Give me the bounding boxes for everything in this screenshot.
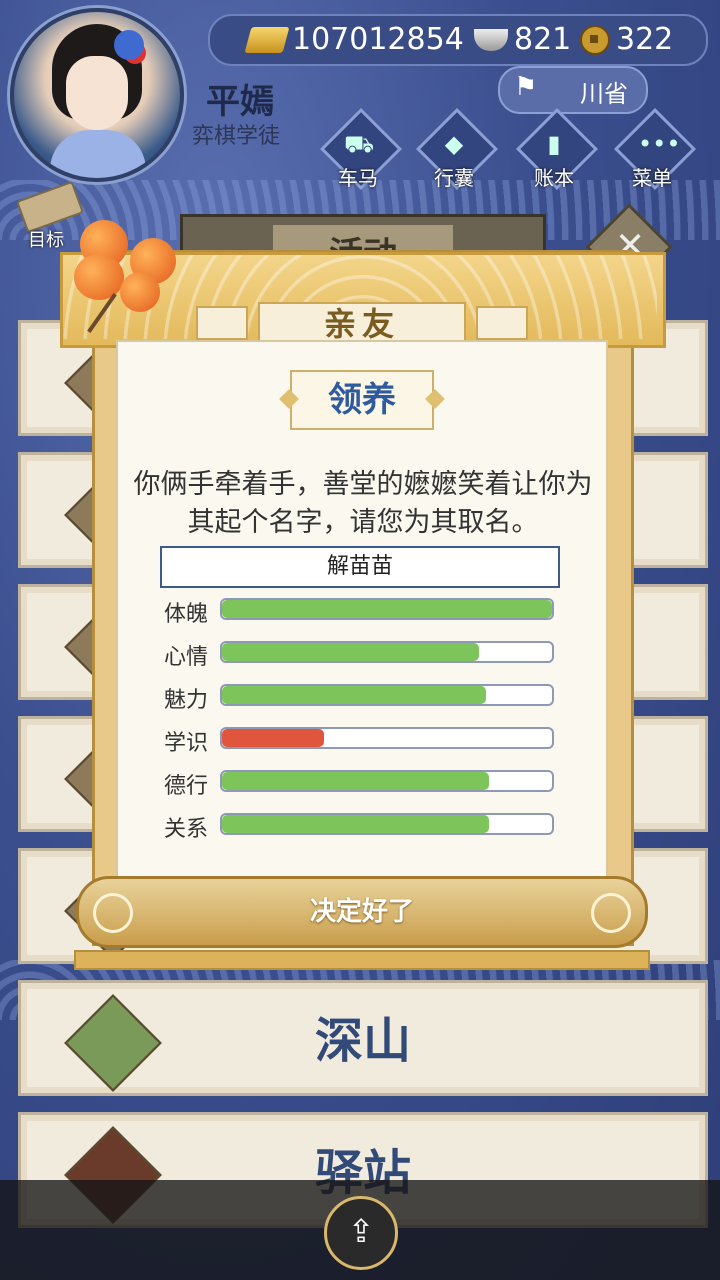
stat-bar-fill bbox=[222, 772, 490, 790]
nav-label: 行囊 bbox=[434, 166, 474, 190]
cloud-ornament-icon bbox=[93, 893, 133, 933]
modal-message: 你俩手牵着手，善堂的嬷嬷笑着让你为其起个名字，请您为其取名。 bbox=[133, 469, 593, 538]
confirm-button[interactable]: 决定好了 bbox=[76, 876, 648, 948]
bag-icon: ◆ bbox=[444, 130, 464, 158]
stat-bar bbox=[220, 770, 554, 792]
province-button[interactable]: ⚑ 川省 bbox=[498, 66, 648, 114]
nav-carriage-button[interactable]: ⛟ 车马 bbox=[318, 107, 403, 194]
modal-base bbox=[74, 950, 650, 970]
player-name: 平嫣 bbox=[206, 82, 274, 122]
stat-bar bbox=[220, 598, 554, 620]
modal-subtitle: 领养 bbox=[290, 370, 434, 430]
stat-label: 体魄 bbox=[164, 602, 209, 627]
gold-amount: 107012854 bbox=[292, 22, 464, 57]
coin-currency: 322 bbox=[580, 22, 673, 57]
gold-ingot-icon bbox=[244, 26, 290, 53]
stat-bar bbox=[220, 813, 554, 835]
stat-label: 魅力 bbox=[164, 688, 209, 713]
currency-bar: 107012854 821 322 bbox=[208, 14, 708, 66]
stat-bar bbox=[220, 727, 554, 749]
copper-coin-icon bbox=[580, 24, 610, 55]
stat-label: 德行 bbox=[164, 774, 209, 799]
silver-amount: 821 bbox=[514, 22, 572, 57]
nav-label: 车马 bbox=[338, 166, 378, 190]
nav-label: 账本 bbox=[534, 166, 574, 190]
silver-currency: 821 bbox=[474, 22, 571, 57]
ledger-icon: ▮ bbox=[547, 130, 561, 158]
stat-bar-fill bbox=[222, 643, 480, 661]
candied-fruit-icon bbox=[70, 210, 190, 333]
coin-amount: 322 bbox=[616, 22, 674, 57]
nav-label: 菜单 bbox=[632, 166, 672, 190]
modal-title: 亲友 bbox=[323, 305, 400, 343]
share-button[interactable]: ⇪ bbox=[324, 1196, 398, 1270]
goal-label: 目标 bbox=[28, 230, 64, 251]
avatar-robe bbox=[50, 130, 146, 178]
child-name-input[interactable] bbox=[160, 546, 560, 588]
province-label: 川省 bbox=[580, 80, 628, 108]
avatar-face bbox=[66, 56, 128, 130]
carriage-icon: ⛟ bbox=[344, 130, 375, 158]
iron-icon: ⚑ bbox=[514, 72, 538, 102]
nav-ledger-button[interactable]: ▮ 账本 bbox=[514, 107, 599, 194]
stat-label: 心情 bbox=[164, 645, 209, 670]
cloud-ornament-icon bbox=[591, 893, 631, 933]
player-avatar[interactable] bbox=[10, 8, 184, 182]
stat-bar-fill bbox=[222, 729, 325, 747]
stat-bar-fill bbox=[222, 686, 486, 704]
more-dots-icon: ••• bbox=[638, 130, 681, 158]
stat-bar bbox=[220, 684, 554, 706]
stat-label: 学识 bbox=[164, 731, 209, 756]
nav-menu-button[interactable]: ••• 菜单 bbox=[612, 107, 697, 194]
stat-bar bbox=[220, 641, 554, 663]
header-ornament bbox=[476, 306, 528, 340]
header-ornament bbox=[196, 306, 248, 340]
subtitle-text: 领养 bbox=[328, 380, 396, 420]
location-card-mountain[interactable]: 深山 bbox=[18, 980, 708, 1096]
silver-ingot-icon bbox=[474, 28, 508, 51]
stat-bar-fill bbox=[222, 815, 490, 833]
flower-icon bbox=[114, 30, 144, 60]
gold-currency: 107012854 bbox=[244, 22, 464, 57]
player-title: 弈棋学徒 bbox=[192, 124, 281, 149]
nav-bag-button[interactable]: ◆ 行囊 bbox=[414, 107, 499, 194]
stat-bar-fill bbox=[222, 600, 552, 618]
stat-label: 关系 bbox=[164, 817, 209, 842]
share-icon: ⇪ bbox=[347, 1212, 375, 1250]
location-name: 深山 bbox=[314, 1013, 411, 1069]
confirm-label: 决定好了 bbox=[309, 897, 414, 927]
